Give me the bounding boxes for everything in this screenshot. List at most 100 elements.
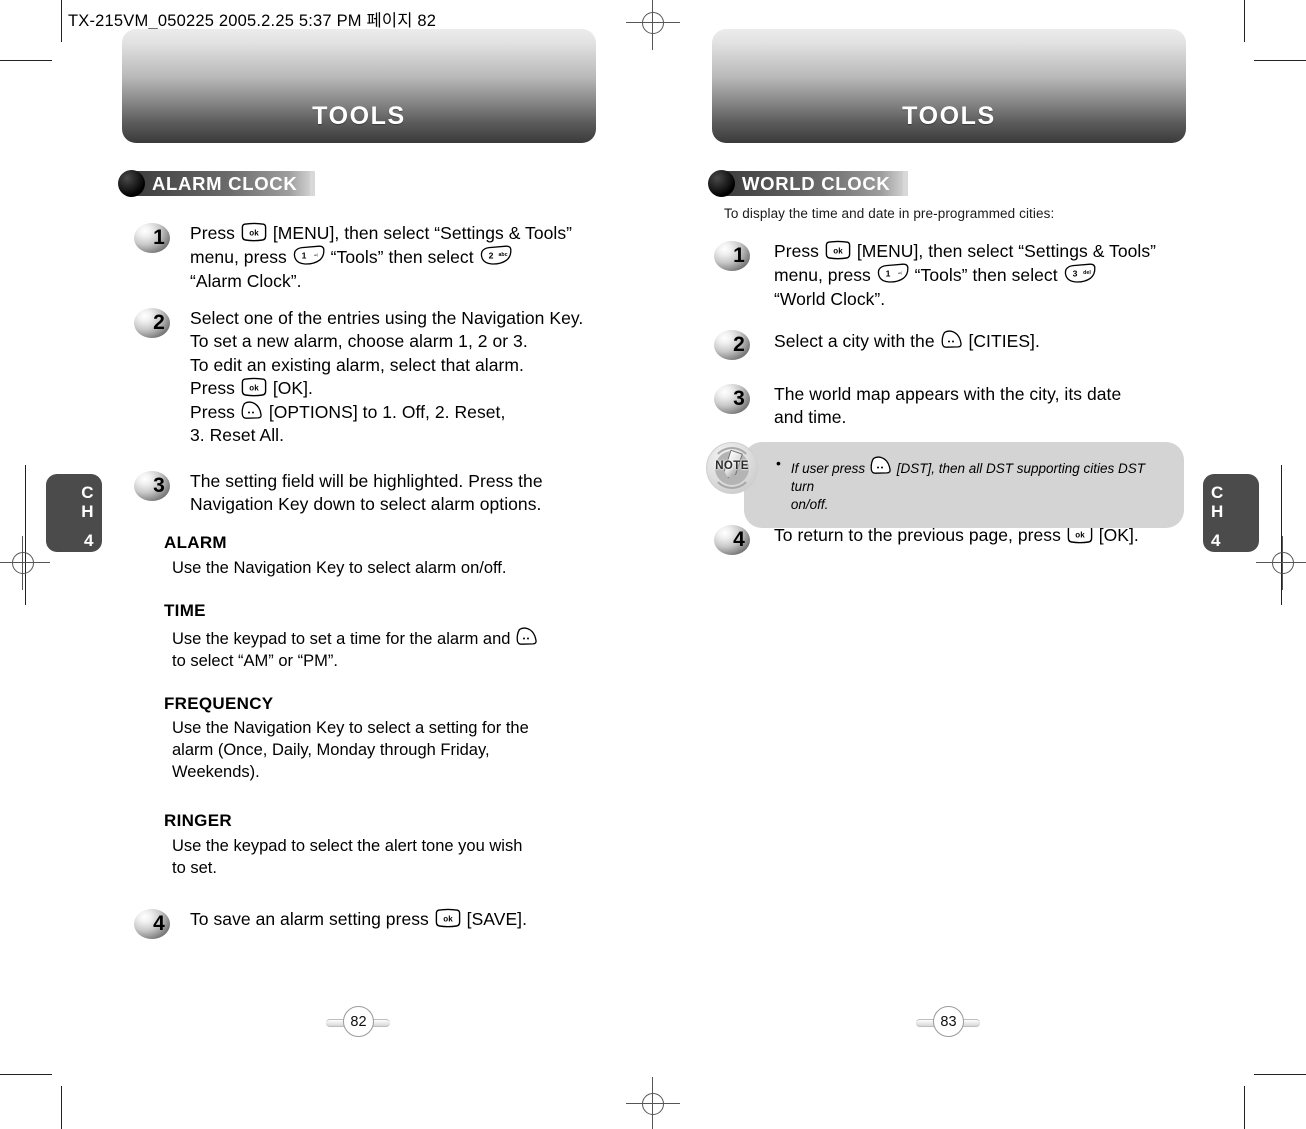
section-heading-cap (903, 171, 909, 196)
subsection-body-time: Use the keypad to set a time for the ala… (172, 626, 539, 673)
text-run: [SAVE]. (461, 909, 527, 929)
svg-text:1: 1 (301, 251, 306, 261)
step-text: Press ok [MENU], then select “Settings &… (774, 240, 1156, 311)
text-run: [OK]. (1093, 525, 1139, 545)
numeric-key-2-icon: 2 abc (479, 245, 513, 266)
text-run: The world map appears with the city, its… (774, 384, 1122, 404)
text-line: The setting field will be highlighted. P… (190, 470, 543, 493)
numeric-key-1-icon: 1 ₀₍ (876, 263, 910, 284)
text-run: “Tools” then select (325, 247, 479, 268)
text-run: Navigation Key down to select alarm opti… (190, 494, 542, 515)
text-run: menu, press (774, 265, 876, 286)
svg-text:1: 1 (885, 269, 890, 279)
page-number-left: 82 (343, 1006, 374, 1037)
text-run: to set. (172, 858, 217, 877)
banner-title-right: TOOLS (902, 102, 996, 130)
manual-spread: TX-215VM_050225 2005.2.25 5:37 PM 페이지 82… (0, 0, 1306, 1129)
text-run: and time. (774, 407, 847, 428)
chapter-tab-left-number: 4 (84, 531, 94, 551)
step-2: 2 Select one of the entries using the Nav… (134, 307, 583, 448)
text-line: If user press [DST], then all DST suppor… (791, 455, 1166, 496)
text-run: Use the Navigation Key to select alarm o… (172, 559, 507, 577)
text-run: To return to the previous page, press (774, 525, 1066, 545)
text-line: to select “AM” or “PM”. (172, 651, 539, 673)
step-text: To save an alarm setting press ok [SAVE]… (190, 908, 527, 931)
svg-text:2: 2 (488, 251, 493, 261)
step-number: 4 (733, 528, 745, 551)
text-line: on/off. (791, 496, 1166, 514)
step-number: 3 (733, 387, 745, 410)
section-heading-cap (310, 171, 316, 196)
text-run: on/off. (790, 497, 829, 513)
text-run: To save an alarm setting press (190, 909, 434, 929)
text-run: Weekends). (172, 762, 260, 781)
chapter-tab-left: C H 4 (46, 474, 102, 552)
step-1: 1 Press ok [MENU], then select “Settings … (134, 222, 572, 293)
text-line: To edit an existing alarm, select that a… (190, 354, 583, 377)
text-run: “Alarm Clock”. (190, 270, 302, 291)
subsection-body-alarm: Use the Navigation Key to select alarm o… (172, 558, 506, 580)
step-number-badge: 3 (714, 384, 752, 415)
text-run: [OPTIONS] to 1. Off, 2. Reset, (263, 402, 506, 423)
text-run: “Tools” then select (909, 265, 1063, 286)
text-line: Navigation Key down to select alarm opti… (190, 493, 543, 516)
text-line: Use the keypad to set a time for the ala… (172, 626, 539, 651)
text-run: The setting field will be highlighted. P… (190, 471, 543, 491)
text-run: menu, press (190, 247, 292, 268)
step-number: 2 (153, 311, 165, 334)
text-line: “Alarm Clock”. (190, 270, 572, 293)
subsection-body-ringer: Use the keypad to select the alert tone … (172, 836, 522, 880)
text-line: Use the Navigation Key to select alarm o… (172, 558, 506, 580)
text-line: Press ok [OK]. (190, 377, 583, 400)
svg-text:3: 3 (1072, 269, 1077, 279)
text-run: [MENU], then select “Settings & Tools” (851, 241, 1157, 261)
text-run: Select a city with the (774, 331, 940, 351)
text-line: To save an alarm setting press ok [SAVE]… (190, 908, 527, 931)
svg-text:abc: abc (498, 252, 507, 258)
step-text: Select a city with the [CITIES]. (774, 329, 1040, 353)
chapter-tab-left-h: H (81, 502, 94, 522)
text-line: menu, press 1 ₀₍ “Tools” then select 2 abc (190, 245, 572, 269)
note-badge-icon: NOTE (706, 442, 758, 494)
page-number-badge-left: 82 (326, 1006, 390, 1040)
section-heading-alarm-clock: ALARM CLOCK (118, 170, 316, 197)
numeric-key-3-icon: 3 del (1063, 263, 1097, 284)
step-number-badge: 4 (714, 525, 752, 556)
text-run: Press (190, 223, 240, 243)
text-line: Select one of the entries using the Navi… (190, 307, 583, 330)
note-bullet-icon: • (776, 455, 781, 471)
subsection-body-frequency: Use the Navigation Key to select a setti… (172, 718, 529, 784)
numeric-key-1-icon: 1 ₀₍ (292, 245, 326, 266)
text-line: “World Clock”. (774, 288, 1156, 311)
text-run: If user press (790, 461, 869, 476)
svg-text:ok: ok (249, 383, 259, 392)
step-number-badge: 1 (134, 223, 172, 254)
section-heading-label: WORLD CLOCK (722, 171, 904, 196)
note-list-item: • If user press [DST], then all DST suppo… (776, 455, 1166, 515)
step-text: Press ok [MENU], then select “Settings &… (190, 222, 572, 293)
step-4: 4 To return to the previous page, press o… (714, 524, 1139, 556)
section-bullet-icon (118, 170, 145, 197)
page-number-badge-right: 83 (916, 1006, 980, 1040)
text-run: Select one of the entries using the Navi… (190, 308, 584, 328)
text-run: “World Clock”. (774, 288, 886, 309)
text-run: alarm (Once, Daily, Monday through Frida… (172, 740, 490, 759)
text-line: alarm (Once, Daily, Monday through Frida… (172, 740, 529, 762)
step-number-badge: 1 (714, 241, 752, 272)
text-line: Use the Navigation Key to select a setti… (172, 718, 529, 740)
step-number: 3 (153, 474, 165, 497)
text-run: 3. Reset All. (190, 425, 285, 446)
text-run: Press (774, 241, 824, 261)
text-line: to set. (172, 858, 522, 880)
step-number-badge: 3 (134, 471, 172, 502)
ok-key-icon: ok (434, 908, 462, 928)
svg-text:del: del (1083, 270, 1091, 276)
page-number-right: 83 (933, 1006, 964, 1037)
step-number-badge: 4 (134, 909, 172, 940)
subsection-heading-alarm: ALARM (164, 533, 227, 552)
text-run: to select “AM” or “PM”. (172, 651, 338, 670)
ok-key-icon: ok (240, 222, 268, 242)
text-run: [CITIES]. (963, 331, 1040, 351)
page-right: TOOLS WORLD CLOCK To display the time an… (694, 0, 1234, 1129)
banner-title-left: TOOLS (312, 102, 406, 130)
